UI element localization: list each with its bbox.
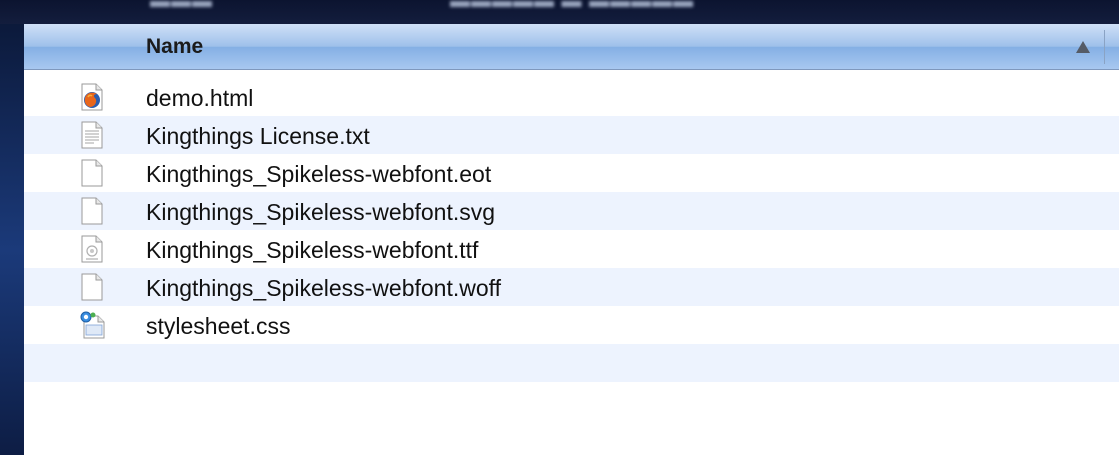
file-list: demo.html Kingthings License.txt Kingthi… [24,70,1119,455]
file-name: Kingthings_Spikeless-webfont.svg [146,199,496,225]
text-document-icon [80,121,104,149]
window-toolbar-clipped: ▬▬▬ ▬▬▬▬▬ ▬ ▬▬▬▬▬ [0,0,1119,24]
blank-document-icon [80,197,104,225]
name-column-label: Name [146,35,204,58]
file-name: stylesheet.css [146,313,291,339]
toolbar-fragment-right: ▬▬▬▬▬ ▬ ▬▬▬▬▬ [450,0,695,12]
file-row-demo-html[interactable]: demo.html [24,78,1119,116]
file-name: Kingthings_Spikeless-webfont.ttf [146,237,479,263]
css-document-icon [80,311,105,339]
font-document-icon [80,235,104,263]
file-name: demo.html [146,85,254,111]
firefox-html-icon [80,83,104,111]
blank-document-icon [80,273,104,301]
file-row-webfont-ttf[interactable]: Kingthings_Spikeless-webfont.ttf [24,230,1119,268]
name-column-header[interactable]: Name [24,24,1119,70]
file-name: Kingthings_Spikeless-webfont.eot [146,161,492,187]
file-row-license-txt[interactable]: Kingthings License.txt [24,116,1119,154]
empty-row [24,344,1119,382]
toolbar-fragment-left: ▬▬▬ [150,0,213,12]
file-row-stylesheet-css[interactable]: stylesheet.css [24,306,1119,344]
blank-document-icon [80,159,104,187]
finder-list-view: Name demo.html Kingthings License.txt Ki… [24,24,1119,455]
column-divider [1104,30,1105,64]
file-name: Kingthings License.txt [146,123,370,149]
sort-ascending-icon [1076,41,1090,53]
file-name: Kingthings_Spikeless-webfont.woff [146,275,502,301]
file-row-webfont-eot[interactable]: Kingthings_Spikeless-webfont.eot [24,154,1119,192]
desktop-background [0,0,24,455]
file-row-webfont-woff[interactable]: Kingthings_Spikeless-webfont.woff [24,268,1119,306]
file-row-webfont-svg[interactable]: Kingthings_Spikeless-webfont.svg [24,192,1119,230]
